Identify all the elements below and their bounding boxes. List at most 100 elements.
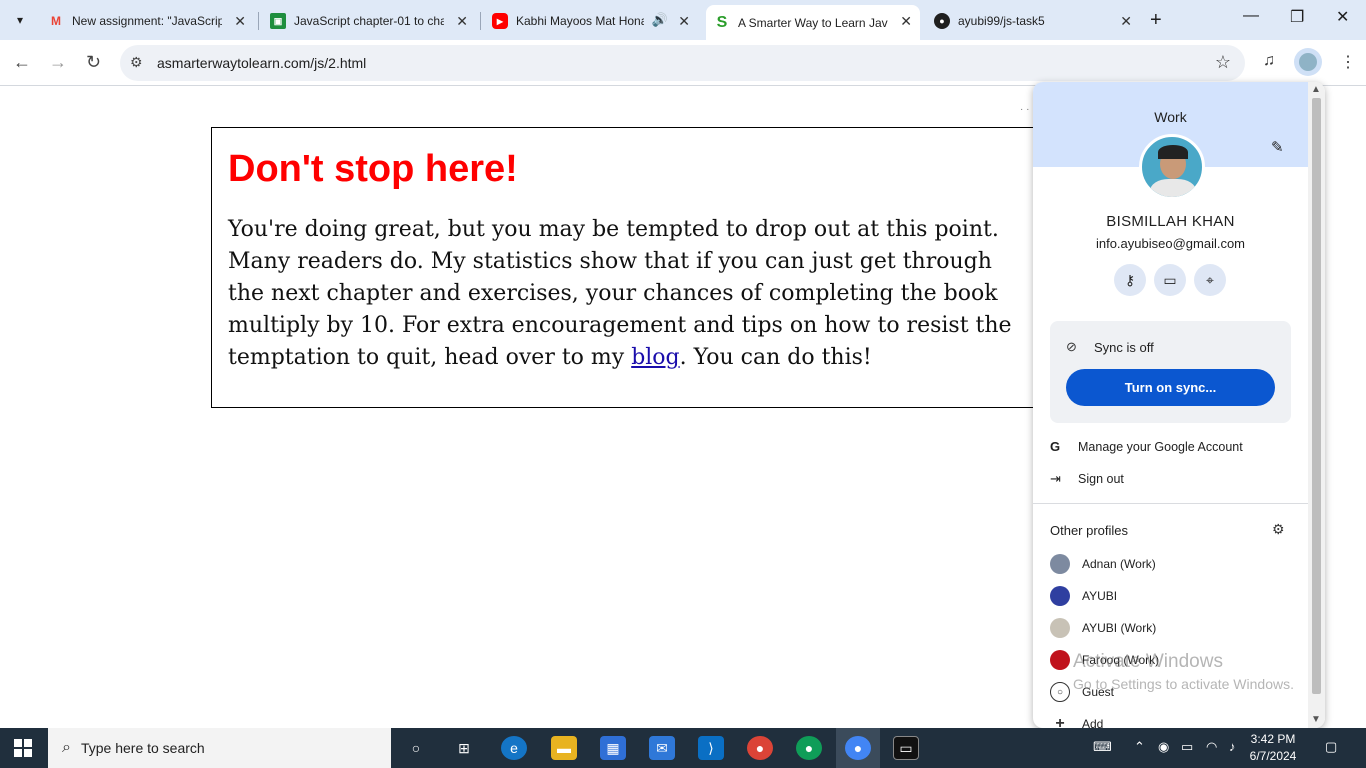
gear-icon[interactable]: ⚙: [1272, 521, 1285, 538]
menu-icon[interactable]: ⋮: [1340, 52, 1356, 72]
sync-off-icon: ⊘: [1066, 339, 1077, 354]
edit-pencil-icon[interactable]: ✎: [1271, 138, 1284, 156]
battery-icon[interactable]: ▭: [1181, 739, 1193, 755]
avatar: [1050, 586, 1070, 606]
paragraph-text: You're doing great, but you may be tempt…: [228, 217, 1012, 370]
sync-status: Sync is off: [1094, 340, 1154, 355]
taskbar-search-box[interactable]: ⌕ Type here to search: [48, 728, 391, 768]
chrome-icon[interactable]: ●: [796, 736, 822, 760]
avatar: [1299, 53, 1317, 71]
content-box: Don't stop here! You're doing great, but…: [211, 127, 1071, 408]
store-icon[interactable]: ▦: [600, 736, 626, 760]
task-view-icon[interactable]: ⊞: [451, 736, 477, 760]
payment-card-icon[interactable]: ▭: [1154, 264, 1186, 296]
tab-gmail[interactable]: M New assignment: "JavaScript ✕: [48, 8, 254, 34]
tab-youtube[interactable]: ▶ Kabhi Mayoos Mat Hona 🔊 ✕: [492, 8, 698, 34]
close-icon[interactable]: ✕: [1120, 13, 1132, 30]
vscode-icon[interactable]: ⟩: [698, 736, 724, 760]
github-icon: ●: [934, 13, 950, 29]
sign-out-label: Sign out: [1078, 472, 1124, 486]
clock-time: 3:42 PM: [1250, 732, 1296, 746]
minimize-button[interactable]: —: [1243, 7, 1259, 25]
terminal-icon[interactable]: ▭: [893, 736, 919, 760]
profile-type-label: Work: [1154, 109, 1187, 125]
url-text[interactable]: asmarterwaytolearn.com/js/2.html: [157, 55, 366, 71]
profile-avatar-button[interactable]: [1294, 48, 1322, 76]
turn-on-sync-button[interactable]: Turn on sync...: [1066, 369, 1275, 406]
clock[interactable]: 3:42 PM 6/7/2024: [1248, 731, 1298, 765]
avatar: [1050, 618, 1070, 638]
windows-start-button[interactable]: [14, 739, 32, 757]
profile-panel: Work ✎ BISMILLAH KHAN info.ayubiseo@gmai…: [1033, 82, 1325, 728]
tab-title: Kabhi Mayoos Mat Hona: [516, 14, 644, 28]
notification-icon[interactable]: ▢: [1325, 739, 1337, 755]
blog-link[interactable]: blog: [631, 345, 679, 370]
tab-github[interactable]: ● ayubi99/js-task5 ✕: [934, 8, 1140, 34]
add-profile-item[interactable]: + Add: [1050, 714, 1103, 728]
back-button[interactable]: ←: [13, 52, 31, 73]
close-icon[interactable]: ✕: [456, 13, 468, 30]
search-icon: ⌕: [62, 739, 71, 756]
profile-item[interactable]: AYUBI (Work): [1050, 618, 1156, 638]
speaker-icon[interactable]: 🔊: [652, 12, 668, 28]
profile-item[interactable]: Adnan (Work): [1050, 554, 1156, 574]
sign-out-item[interactable]: ⇥ Sign out: [1050, 471, 1124, 487]
tab-title: ayubi99/js-task5: [958, 14, 1045, 28]
profile-item[interactable]: AYUBI: [1050, 586, 1117, 606]
manage-account-label: Manage your Google Account: [1078, 439, 1243, 454]
scroll-up-icon[interactable]: ▲: [1311, 84, 1321, 95]
volume-icon[interactable]: ♪: [1229, 739, 1236, 754]
profile-picture: [1139, 134, 1205, 200]
browser-toolbar: ← → ↻ ⚙ asmarterwaytolearn.com/js/2.html…: [0, 40, 1366, 86]
passwords-key-icon[interactable]: ⚷: [1114, 264, 1146, 296]
tab-title: A Smarter Way to Learn Java: [738, 15, 888, 30]
close-icon[interactable]: ✕: [900, 13, 912, 30]
google-g-icon: G: [1050, 439, 1061, 454]
divider: [1033, 503, 1308, 504]
bookmark-star-icon[interactable]: ☆: [1215, 52, 1231, 73]
tab-classroom[interactable]: ▣ JavaScript chapter-01 to cha ✕: [270, 8, 476, 34]
avatar: [1050, 650, 1070, 670]
activate-windows-watermark: Activate Windows: [1073, 651, 1223, 672]
forward-button[interactable]: →: [49, 52, 67, 73]
tab-strip: ▾ M New assignment: "JavaScript ✕ ▣ Java…: [0, 0, 1366, 40]
tab-title: New assignment: "JavaScript: [72, 14, 222, 28]
scroll-thumb[interactable]: [1312, 98, 1321, 694]
edge-icon[interactable]: e: [501, 736, 527, 760]
restore-button[interactable]: ❐: [1290, 7, 1304, 27]
activate-windows-subtext: Go to Settings to activate Windows.: [1073, 676, 1294, 692]
media-control-icon[interactable]: ♫: [1263, 52, 1275, 70]
page-headline: Don't stop here!: [228, 148, 518, 190]
profile-item-label: AYUBI: [1082, 589, 1118, 603]
chrome-icon[interactable]: ●: [845, 736, 871, 760]
location-pin-icon[interactable]: ⌖: [1194, 264, 1226, 296]
close-window-button[interactable]: ✕: [1336, 7, 1349, 27]
cortana-icon[interactable]: ○: [403, 736, 429, 760]
scroll-down-icon[interactable]: ▼: [1311, 714, 1321, 725]
site-settings-icon[interactable]: ⚙: [130, 54, 143, 71]
paragraph-text-end: . You can do this!: [679, 345, 872, 370]
address-bar[interactable]: ⚙ asmarterwaytolearn.com/js/2.html ☆: [120, 45, 1245, 81]
wifi-icon[interactable]: ◠: [1206, 739, 1217, 755]
close-icon[interactable]: ✕: [234, 13, 246, 30]
chevron-up-icon[interactable]: ⌃: [1134, 739, 1145, 755]
tab-title: JavaScript chapter-01 to cha: [294, 14, 444, 28]
smarter-way-icon: S: [716, 13, 728, 31]
windows-taskbar: ⌕ Type here to search ○ ⊞ e ▬ ▦ ✉ ⟩ ● ● …: [0, 728, 1366, 768]
sign-out-icon: ⇥: [1050, 471, 1061, 486]
close-icon[interactable]: ✕: [678, 13, 690, 30]
new-tab-button[interactable]: +: [1150, 9, 1162, 32]
person-icon: ○: [1050, 682, 1070, 702]
panel-scrollbar[interactable]: ▲ ▼: [1308, 82, 1325, 728]
reload-button[interactable]: ↻: [86, 52, 101, 73]
webcam-icon[interactable]: ◉: [1158, 739, 1169, 755]
manage-account-item[interactable]: G Manage your Google Account: [1050, 439, 1243, 454]
keyboard-icon[interactable]: ⌨: [1093, 739, 1112, 755]
tab-smarter-way-active[interactable]: S A Smarter Way to Learn Java ✕: [706, 5, 920, 40]
chrome-icon[interactable]: ●: [747, 736, 773, 760]
avatar: [1050, 554, 1070, 574]
mail-icon[interactable]: ✉: [649, 736, 675, 760]
tab-search-button[interactable]: ▾: [7, 8, 33, 32]
page-paragraph: You're doing great, but you may be tempt…: [228, 214, 1028, 374]
file-explorer-icon[interactable]: ▬: [551, 736, 577, 760]
